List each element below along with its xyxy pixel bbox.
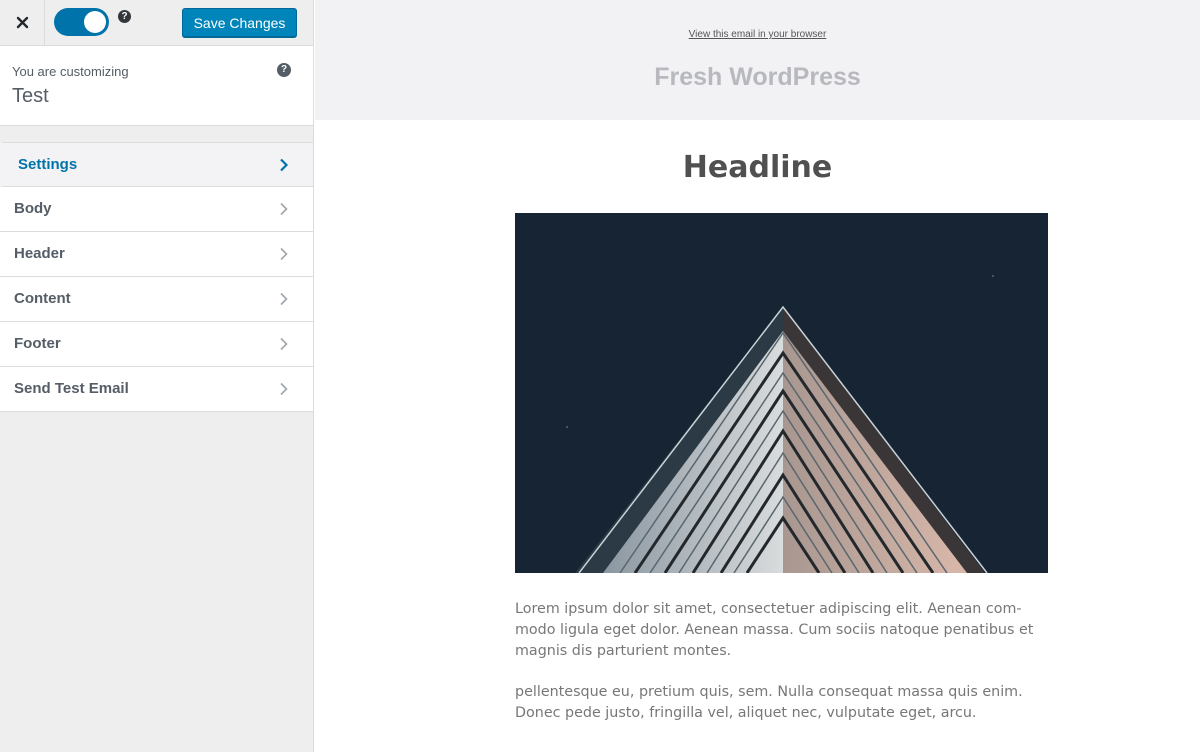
email-header: View this email in your browser Fresh Wo… bbox=[315, 0, 1200, 120]
customizing-info: You are customizing Test ? bbox=[0, 46, 313, 126]
customizer-menu: Settings Body Header Content Footer Send… bbox=[0, 142, 313, 412]
menu-item-footer[interactable]: Footer bbox=[0, 322, 313, 367]
chevron-right-icon bbox=[280, 292, 288, 306]
email-body: Lorem ipsum dolor sit amet, consectetuer… bbox=[515, 599, 1050, 744]
hero-image bbox=[515, 213, 1048, 573]
menu-item-label: Settings bbox=[18, 156, 78, 173]
chevron-right-icon bbox=[280, 382, 288, 396]
view-in-browser-link[interactable]: View this email in your browser bbox=[315, 29, 1200, 40]
menu-item-send-test-email[interactable]: Send Test Email bbox=[0, 367, 313, 412]
menu-item-label: Footer bbox=[14, 335, 61, 352]
close-icon bbox=[16, 16, 28, 29]
chevron-right-icon bbox=[280, 247, 288, 261]
preview-toggle[interactable] bbox=[54, 8, 109, 36]
menu-item-settings[interactable]: Settings bbox=[0, 142, 313, 187]
customizing-name: Test bbox=[12, 85, 49, 107]
help-icon[interactable]: ? bbox=[118, 10, 131, 23]
menu-item-header[interactable]: Header bbox=[0, 232, 313, 277]
close-button[interactable] bbox=[0, 0, 45, 45]
menu-item-label: Send Test Email bbox=[14, 380, 129, 397]
menu-item-label: Body bbox=[14, 200, 52, 217]
toggle-knob bbox=[84, 11, 106, 33]
menu-item-label: Content bbox=[14, 290, 71, 307]
body-paragraph: Lorem ipsum dolor sit amet, consectetuer… bbox=[515, 601, 1034, 659]
customizing-label: You are customizing bbox=[12, 64, 129, 79]
chevron-right-icon bbox=[280, 202, 288, 216]
menu-item-label: Header bbox=[14, 245, 65, 262]
customizer-topbar: ? Save Changes bbox=[0, 0, 313, 46]
chevron-right-icon bbox=[280, 337, 288, 351]
help-icon[interactable]: ? bbox=[277, 63, 291, 77]
email-preview: View this email in your browser Fresh Wo… bbox=[315, 0, 1200, 752]
chevron-right-icon bbox=[280, 158, 289, 172]
email-headline: Headline bbox=[682, 150, 833, 185]
menu-item-body[interactable]: Body bbox=[0, 187, 313, 232]
menu-item-content[interactable]: Content bbox=[0, 277, 313, 322]
building-pyramid-image bbox=[515, 213, 1048, 573]
body-paragraph: pellentesque eu, pretium quis, sem. Null… bbox=[515, 684, 1023, 721]
customizer-sidebar: ? Save Changes You are customizing Test … bbox=[0, 0, 314, 752]
save-changes-button[interactable]: Save Changes bbox=[182, 8, 297, 37]
brand-title: Fresh WordPress bbox=[654, 63, 861, 91]
